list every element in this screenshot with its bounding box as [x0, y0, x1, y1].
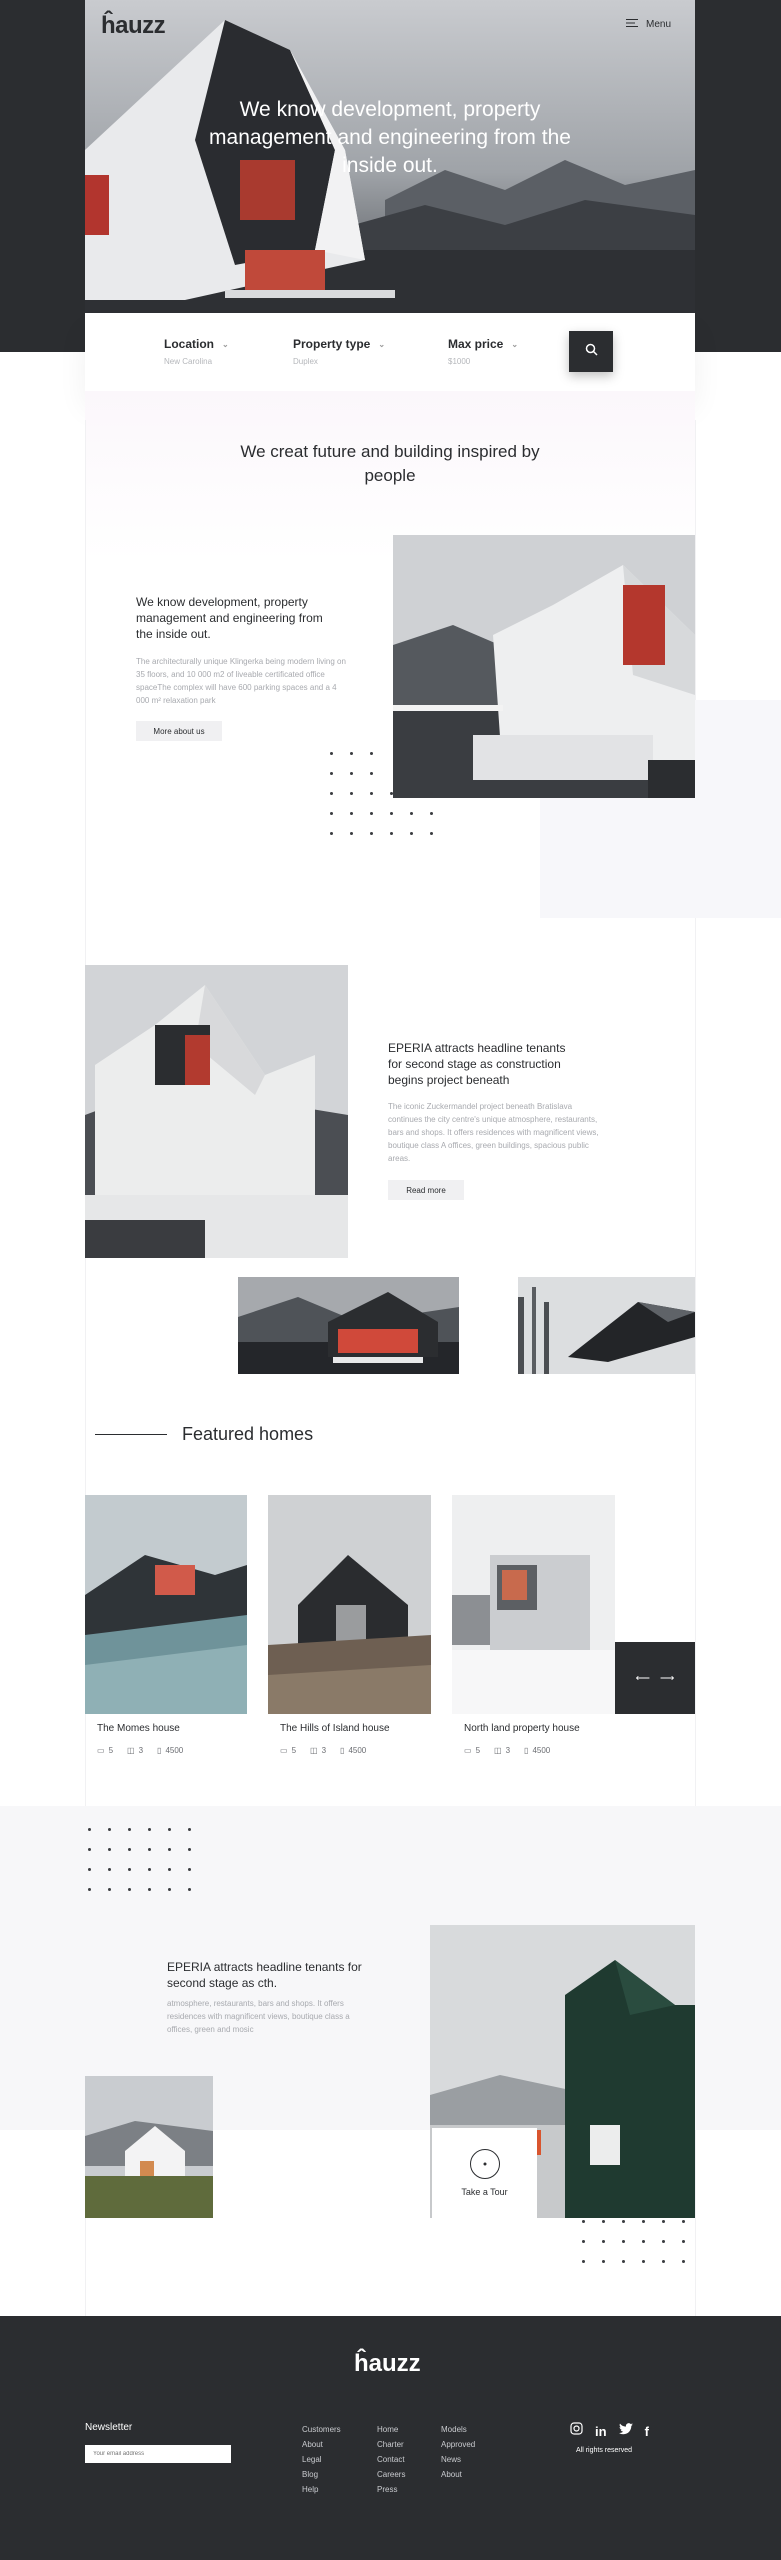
beds-count: 5 [475, 1746, 481, 1755]
menu-label: Menu [645, 19, 671, 30]
area-icon: ▯ [157, 1746, 162, 1755]
location-select[interactable]: Location ⌄ New Carolina [164, 337, 229, 366]
about-text: The architecturally unique Klingerka bei… [136, 657, 346, 705]
bed-icon: ▭ [97, 1746, 105, 1755]
bath-icon: ◫ [127, 1746, 135, 1755]
hamburger-icon [625, 19, 638, 30]
gallery-image-2 [518, 1277, 695, 1374]
about-image [393, 535, 695, 798]
footer-link[interactable]: Press [377, 2482, 405, 2497]
social-links: in f [570, 2422, 649, 2440]
news-title: EPERIA attracts headline tenants for sec… [388, 1041, 566, 1087]
area-icon: ▯ [340, 1746, 345, 1755]
bath-icon: ◫ [310, 1746, 318, 1755]
footer-link[interactable]: Models [441, 2422, 475, 2437]
carousel-nav: ⟵ ⟶ [615, 1642, 695, 1714]
area-value: 4500 [165, 1746, 184, 1755]
dot-pattern [88, 1828, 191, 1891]
location-label: Location [164, 337, 214, 351]
footer-link[interactable]: Customers [302, 2422, 341, 2437]
footer-link[interactable]: Careers [377, 2467, 405, 2482]
dot-pattern [330, 752, 433, 835]
facebook-icon[interactable]: f [645, 2424, 649, 2439]
footer-link[interactable]: Home [377, 2422, 405, 2437]
footer-link[interactable]: About [441, 2467, 475, 2482]
home-card-meta: ▭ 5 ◫ 3 ▯ 4500 [464, 1746, 550, 1755]
footer-links-home: Home Charter Contact Careers Press [377, 2422, 405, 2497]
home-card-meta: ▭ 5 ◫ 3 ▯ 4500 [97, 1746, 183, 1755]
home-card-image-3[interactable] [452, 1495, 615, 1714]
bed-icon: ▭ [280, 1746, 288, 1755]
baths-count: 3 [138, 1746, 144, 1755]
search-icon [585, 343, 598, 361]
footer-link[interactable]: Help [302, 2482, 341, 2497]
home-card-title[interactable]: The Momes house [97, 1723, 180, 1734]
footer-logo[interactable]: ĥauzz [354, 2350, 421, 2378]
footer-link[interactable]: About [302, 2437, 341, 2452]
area-value: 4500 [532, 1746, 551, 1755]
footer-link[interactable]: Blog [302, 2467, 341, 2482]
chevron-down-icon: ⌄ [378, 339, 386, 349]
read-more-button[interactable]: Read more [388, 1180, 464, 1200]
home-card-meta: ▭ 5 ◫ 3 ▯ 4500 [280, 1746, 366, 1755]
story-small-image [85, 2076, 213, 2218]
max-price-value: $1000 [448, 357, 471, 366]
story-text: atmosphere, restaurants, bars and shops.… [167, 1999, 350, 2034]
bed-icon: ▭ [464, 1746, 472, 1755]
footer-link[interactable]: Contact [377, 2452, 405, 2467]
footer-link[interactable]: Legal [302, 2452, 341, 2467]
twitter-icon[interactable] [618, 2422, 633, 2440]
section-divider [95, 1434, 167, 1435]
max-price-select[interactable]: Max price ⌄ $1000 [448, 337, 518, 366]
more-about-button[interactable]: More about us [136, 721, 222, 741]
footer-links-customers: Customers About Legal Blog Help [302, 2422, 341, 2497]
beds-count: 5 [291, 1746, 297, 1755]
chevron-down-icon: ⌄ [511, 339, 519, 349]
brand-logo[interactable]: ĥauzz [101, 12, 166, 40]
beds-count: 5 [108, 1746, 114, 1755]
featured-title: Featured homes [182, 1424, 314, 1444]
instagram-icon[interactable] [570, 2422, 583, 2440]
chevron-down-icon: ⌄ [222, 339, 229, 349]
news-text: The iconic Zuckermandel project beneath … [388, 1102, 599, 1163]
home-card-image-1[interactable] [85, 1495, 247, 1714]
location-value: New Carolina [164, 357, 213, 366]
mission-title: We creat future and building inspired by… [240, 442, 540, 485]
news-image [85, 965, 348, 1258]
max-price-label: Max price [448, 337, 504, 351]
menu-button[interactable]: Menu [625, 19, 671, 30]
home-card-title[interactable]: The Hills of Island house [280, 1723, 390, 1734]
take-tour-label: Take a Tour [461, 2187, 508, 2197]
baths-count: 3 [505, 1746, 511, 1755]
property-type-value: Duplex [293, 357, 318, 366]
footer-link[interactable]: Approved [441, 2437, 475, 2452]
footer-link[interactable]: Charter [377, 2437, 405, 2452]
area-icon: ▯ [524, 1746, 529, 1755]
arrow-right-icon[interactable]: ⟶ [660, 1673, 674, 1684]
bath-icon: ◫ [494, 1746, 502, 1755]
hero-title: We know development, property management… [209, 98, 571, 177]
linkedin-icon[interactable]: in [595, 2424, 607, 2439]
about-title: We know development, property management… [136, 595, 323, 641]
baths-count: 3 [321, 1746, 327, 1755]
property-type-select[interactable]: Property type ⌄ Duplex [293, 337, 385, 366]
footer-links-models: Models Approved News About [441, 2422, 475, 2482]
dot-pattern [582, 2220, 685, 2263]
arrow-left-icon[interactable]: ⟵ [636, 1673, 650, 1684]
property-type-label: Property type [293, 337, 371, 351]
search-button[interactable] [569, 331, 613, 372]
home-card-image-2[interactable] [268, 1495, 431, 1714]
area-value: 4500 [348, 1746, 367, 1755]
newsletter-email-input[interactable] [85, 2445, 231, 2463]
story-title: EPERIA attracts headline tenants for sec… [167, 1960, 362, 1990]
footer-link[interactable]: News [441, 2452, 475, 2467]
gallery-image-1 [238, 1277, 459, 1374]
copyright-text: All rights reserved [576, 2447, 633, 2454]
play-icon [469, 2149, 500, 2179]
home-card-title[interactable]: North land property house [464, 1723, 580, 1734]
newsletter-title: Newsletter [85, 2422, 133, 2433]
take-tour-button[interactable]: Take a Tour [432, 2128, 537, 2218]
